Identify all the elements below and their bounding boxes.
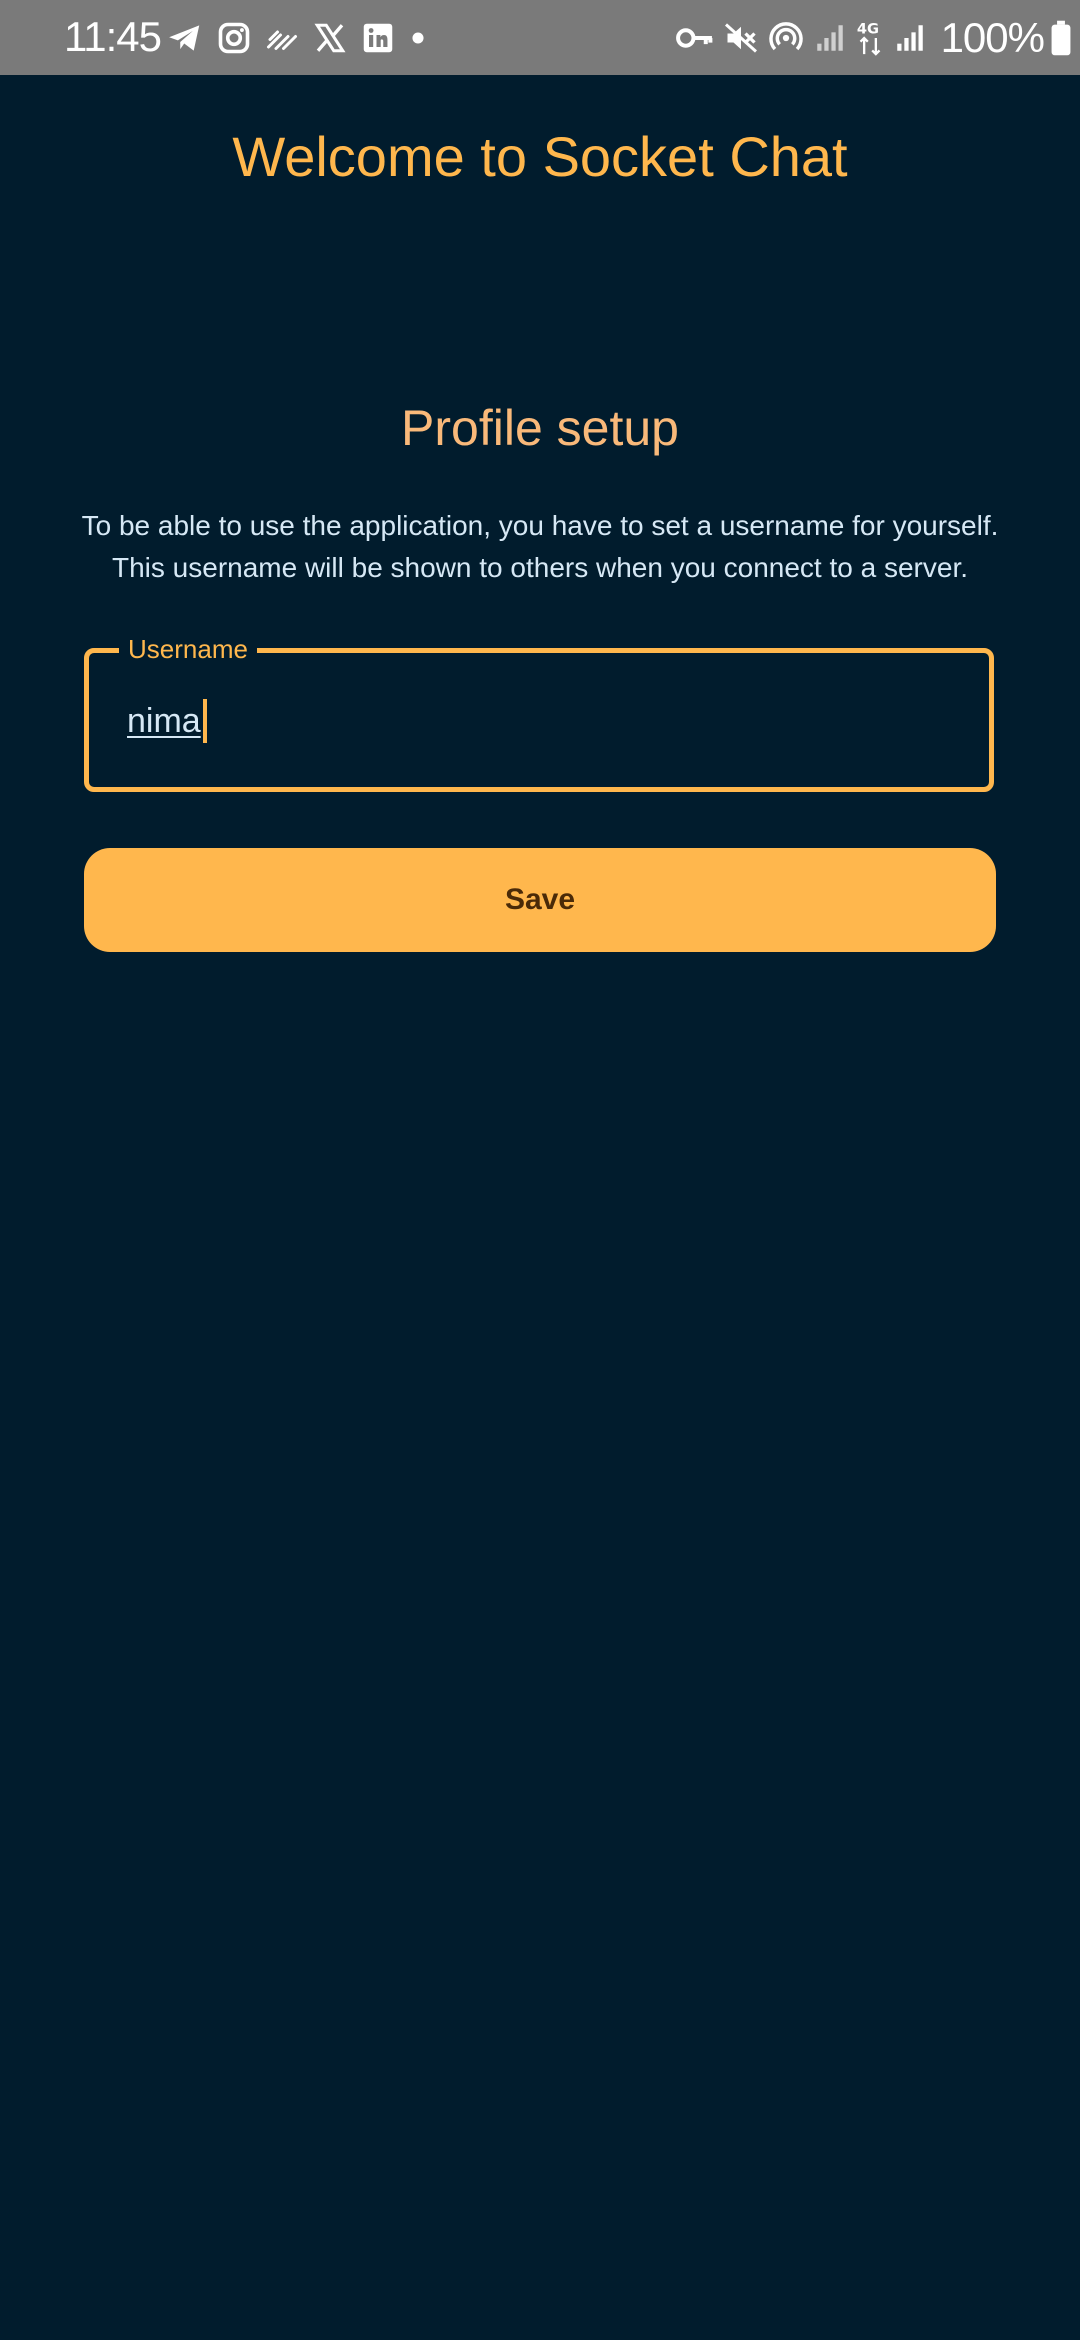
username-value[interactable]: nima xyxy=(127,699,201,743)
username-field[interactable]: Username nima xyxy=(84,631,994,792)
dot-icon xyxy=(408,19,428,57)
status-icons-left xyxy=(166,18,428,58)
svg-text:4G: 4G xyxy=(856,21,878,38)
username-label: Username xyxy=(119,631,257,667)
battery-icon xyxy=(1050,19,1072,57)
app-title: Welcome to Socket Chat xyxy=(232,125,848,188)
linkedin-icon xyxy=(360,19,396,57)
telegram-icon xyxy=(166,19,204,57)
status-icons-right: 4G 100% xyxy=(675,14,1080,61)
instagram-icon xyxy=(216,19,252,57)
text-cursor xyxy=(202,699,207,743)
x-icon xyxy=(312,19,348,57)
profile-setup-description: To be able to use the application, you h… xyxy=(40,505,1040,589)
save-button[interactable]: Save xyxy=(84,848,996,952)
battery-percent: 100% xyxy=(940,14,1045,61)
key-icon xyxy=(675,19,715,57)
profile-setup-heading: Profile setup xyxy=(401,400,679,456)
status-bar: 11:45 4G 100% xyxy=(0,0,1080,75)
signal-icon xyxy=(893,19,927,57)
hotspot-icon xyxy=(767,19,805,57)
4g-icon: 4G xyxy=(855,19,885,57)
streaks-icon xyxy=(264,19,300,57)
username-input[interactable]: nima xyxy=(127,699,207,743)
description-line-1: To be able to use the application, you h… xyxy=(81,510,999,541)
signal-icon xyxy=(813,19,847,57)
description-line-2: This username will be shown to others wh… xyxy=(112,552,968,583)
mute-icon xyxy=(723,19,759,57)
status-time: 11:45 xyxy=(64,13,162,60)
